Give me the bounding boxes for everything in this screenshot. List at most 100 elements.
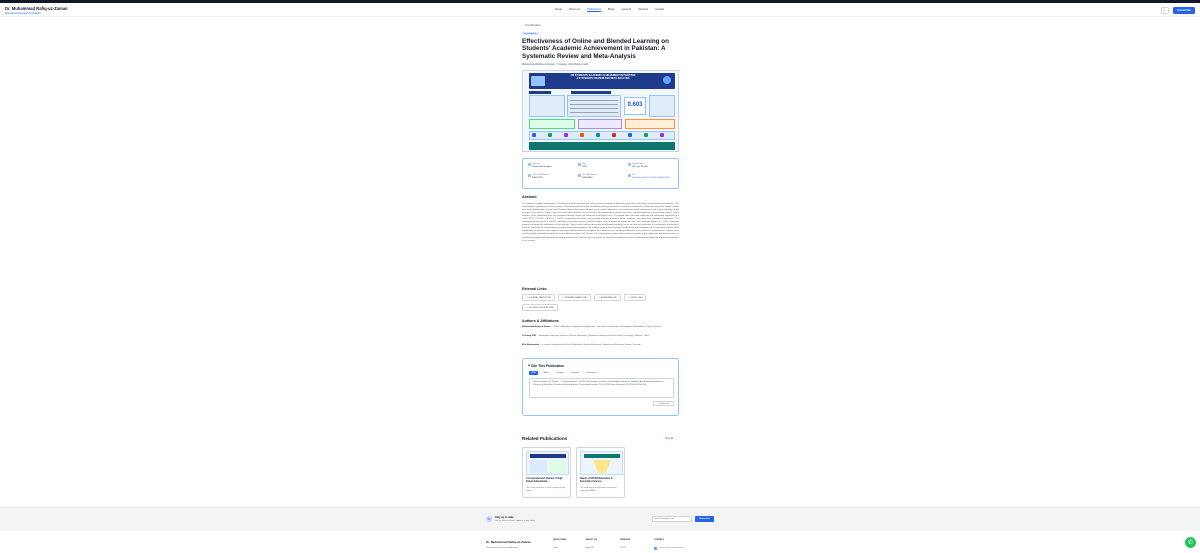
researchgate-link[interactable]: ↗ RESEARCHGATE LINK <box>558 294 592 301</box>
academia-link[interactable]: ↗ ACADEMIA LINK <box>594 294 621 301</box>
infographic-panel-studies <box>567 95 621 117</box>
newsletter-email-input[interactable]: you@example.com <box>652 516 692 522</box>
theme-toggle-button[interactable]: ☾ <box>1161 7 1169 14</box>
related-thumbnail <box>526 451 569 475</box>
issn-icon <box>528 174 531 177</box>
link-icon <box>628 174 631 177</box>
author-affiliation: Muhammad Rafiq-uz-Zaman — PhD in Educati… <box>522 326 662 328</box>
external-link-icon: ↗ <box>598 296 600 299</box>
infographic-title: ON STUDENTS' ACADEMIC ACHIEVEMENT IN PAK… <box>553 74 653 80</box>
citation-text[interactable]: Rafiq-uz-Zaman, M., Huang, Y., & Muhamma… <box>529 378 674 398</box>
abstract-text: The adoption of digital pedagogies in Pa… <box>522 203 679 242</box>
related-publication-card[interactable]: A Comprehensive Review of High-Impact Ed… <box>522 447 571 498</box>
tab-harvard[interactable]: Harvard <box>569 371 581 375</box>
related-title: A Comprehensive Review of High-Impact Ed… <box>526 478 564 483</box>
nav-services[interactable]: Services <box>638 8 648 12</box>
mail-icon: ✉ <box>486 516 492 522</box>
infographic-effect-size: 0.603 <box>624 97 646 115</box>
nav-about[interactable]: About me <box>569 8 580 12</box>
footer-quick-links-heading: QUICK LINKS <box>553 539 567 541</box>
external-link-icon: ↗ <box>526 296 528 299</box>
abstract-heading: Abstract <box>522 195 537 199</box>
brand[interactable]: Dr. Muhammad Rafiq-uz-Zaman Educational … <box>5 6 68 15</box>
external-links-heading: External Links <box>522 287 547 291</box>
google-scholar-link[interactable]: ↗ GOOGLE SCHOLAR LINK <box>522 304 558 311</box>
footer-about-heading: ABOUT US <box>586 539 597 541</box>
author-name: Muhammad Rafiq-uz-Zaman <box>522 326 551 328</box>
nav-home[interactable]: Home <box>555 8 562 12</box>
publication-authors: Muhammad Rafiq-uz-Zaman, Yi Huang, Kifu … <box>522 63 588 66</box>
authors-heading: Authors & Affiliations <box>522 319 559 323</box>
nav-learn-ai[interactable]: Learn AI <box>622 8 632 12</box>
pages-icon <box>628 163 631 166</box>
brand-subtitle: Educational Research & Analytics <box>5 12 41 15</box>
publication-infographic: ON STUDENTS' ACADEMIC ACHIEVEMENT IN PAK… <box>522 70 679 152</box>
cite-card: ❝ Cite This Publication APA MLA Chicago … <box>522 358 679 416</box>
infographic-footer-band <box>529 142 675 150</box>
newsletter-title: Stay up to date <box>495 516 514 519</box>
whatsapp-icon: ✆ <box>1187 540 1194 546</box>
footer-description: Educational Researcher and Academic <box>486 547 519 549</box>
nav-blogs[interactable]: Blogs <box>608 8 615 12</box>
publication-meta-card: Published Preferential Insights Year 202… <box>522 158 679 189</box>
view-all-link[interactable]: View all → <box>665 437 676 440</box>
brand-name[interactable]: Dr. Muhammad Rafiq-uz-Zaman <box>5 6 68 11</box>
mail-icon <box>654 546 657 550</box>
consult-me-button[interactable]: Consult Me <box>1173 7 1195 14</box>
related-description: This review examines a critical analysis… <box>526 487 566 492</box>
external-link-icon: ↗ <box>627 296 630 299</box>
doi-link[interactable]: https://doi.org/10.70772/pi.2025a.0102 <box>632 177 669 180</box>
footer-link-about[interactable]: About Me <box>586 547 594 549</box>
footer-brand-name: Dr. Muhammad Rafiq-uz-Zaman <box>486 540 531 544</box>
back-to-publications-link[interactable]: ← All publications <box>522 24 541 27</box>
publication-title: Effectiveness of Online and Blended Lear… <box>522 38 669 60</box>
infographic-panel-forest <box>649 95 675 117</box>
external-link-icon: ↗ <box>526 306 528 309</box>
moon-icon: ☾ <box>1163 8 1167 13</box>
newsletter-subtitle: Get the latest research updates in your … <box>495 520 535 522</box>
footer-link-home[interactable]: Home <box>553 547 558 549</box>
external-links-list: ↗ JOURNAL PAPER LINK ↗ RESEARCHGATE LINK ↗… <box>522 294 679 311</box>
laptop-icon <box>531 76 545 86</box>
tab-chicago[interactable]: Chicago <box>553 371 566 375</box>
nav-publications[interactable]: Publications <box>587 8 602 12</box>
orcid-link[interactable]: ↗ ORCID LINK <box>623 294 647 301</box>
copy-citation-button[interactable]: ⎘ Copy Text <box>653 401 674 406</box>
author-name: Kifu Muhammadi <box>522 344 540 346</box>
related-publication-card[interactable]: Needs of STEAM Education in Secondary Sc… <box>576 447 625 498</box>
citation-style-tabs: APA MLA Chicago Harvard Vancouver <box>529 371 599 375</box>
infographic-panel-methods <box>529 95 565 117</box>
related-description: This study examines educators' perceptio… <box>580 487 617 492</box>
book-icon <box>528 163 531 166</box>
author-name: Yi Huang PhD <box>522 335 537 337</box>
tab-mla[interactable]: MLA <box>541 371 550 375</box>
main-nav: Home About me Publications Blogs Learn A… <box>555 8 664 12</box>
author-affiliation: Yi Huang PhD — Associate Professor, Scho… <box>522 335 649 337</box>
tab-vancouver[interactable]: Vancouver <box>584 371 599 375</box>
infographic-panel-quality <box>578 119 622 129</box>
infographic-panel-bias <box>625 119 675 129</box>
site-header: Dr. Muhammad Rafiq-uz-Zaman Educational … <box>0 3 1200 17</box>
whatsapp-chat-button[interactable]: ✆ <box>1185 537 1196 548</box>
footer-profiles-heading: PROFILES <box>620 539 631 541</box>
footer-link-orcid[interactable]: ORCID <box>620 547 626 549</box>
infographic-title-line-2: A SYSTEMATIC REVIEW AND META-ANALYSIS <box>576 77 630 80</box>
external-link-icon: ↗ <box>562 296 564 299</box>
infographic-panel-findings <box>529 119 575 129</box>
newsletter-section: ✉ Stay up to date Get the latest researc… <box>0 507 1200 531</box>
tab-apa[interactable]: APA <box>529 371 539 375</box>
related-thumbnail <box>580 451 623 475</box>
related-title: Needs of STEAM Education in Secondary Sc… <box>580 478 613 483</box>
related-publications-heading: Related Publications <box>522 436 568 441</box>
author-affiliation: Kifu Muhammadi — Lecturer, Department of… <box>522 344 641 346</box>
calendar-icon <box>578 163 581 166</box>
subscribe-button[interactable]: Subscribe <box>695 516 714 522</box>
cite-heading: ❝ Cite This Publication <box>528 364 565 368</box>
site-footer: Dr. Muhammad Rafiq-uz-Zaman Educational … <box>0 531 1200 553</box>
footer-contact-email[interactable]: contact@rafiq-uz-zaman.com <box>659 547 684 549</box>
chart-circle-icon <box>663 76 671 84</box>
nav-contact[interactable]: Contact <box>655 8 664 12</box>
journal-paper-link[interactable]: ↗ JOURNAL PAPER LINK <box>522 294 556 301</box>
publication-type-badge: Journal Article <box>522 32 539 36</box>
issn-icon <box>578 174 581 177</box>
